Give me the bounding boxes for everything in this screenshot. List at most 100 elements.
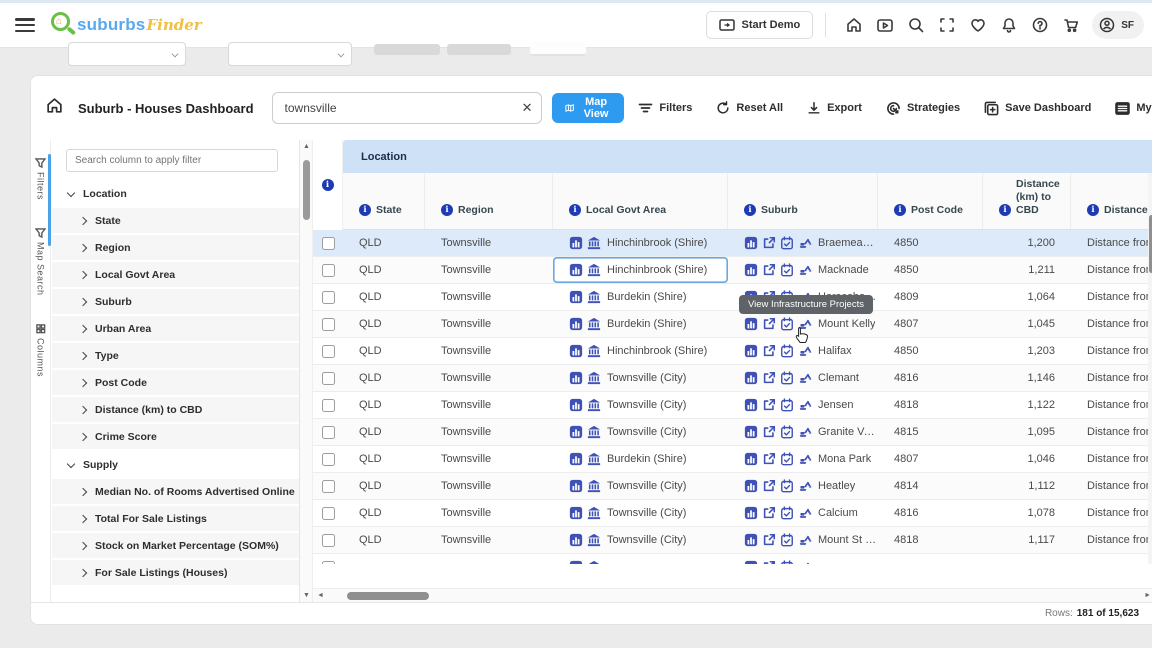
chart-icon[interactable] <box>569 236 583 250</box>
reset-all-button[interactable]: Reset All <box>716 101 783 115</box>
help-icon[interactable] <box>1024 10 1055 40</box>
sidebar-scrollbar[interactable]: ▲ ▼ <box>300 140 313 602</box>
tab-columns[interactable]: Columns <box>31 324 50 377</box>
brand-logo[interactable]: ⌂ suburbs Finder <box>51 12 202 38</box>
chart-icon[interactable] <box>569 263 583 277</box>
filter-group[interactable]: Supply <box>52 451 299 479</box>
excavator-icon[interactable] <box>798 344 812 358</box>
calendar-check-icon[interactable] <box>780 398 794 412</box>
chart-icon[interactable] <box>744 317 758 331</box>
cell-lga[interactable]: Townsville (City) <box>553 365 728 391</box>
filter-item[interactable]: Crime Score <box>52 424 299 451</box>
clipped-dropdown[interactable] <box>228 42 352 66</box>
calendar-check-icon[interactable] <box>780 560 794 564</box>
calendar-check-icon[interactable] <box>780 506 794 520</box>
row-checkbox[interactable] <box>322 561 335 565</box>
open-external-icon[interactable] <box>762 533 776 547</box>
open-external-icon[interactable] <box>762 317 776 331</box>
bank-icon[interactable] <box>587 317 601 331</box>
info-icon[interactable]: i <box>999 204 1011 216</box>
col-region[interactable]: iRegion <box>425 173 553 229</box>
excavator-icon[interactable] <box>798 371 812 385</box>
col-suburb[interactable]: iSuburb <box>728 173 878 229</box>
col-distance-capital[interactable]: iDistance to Capita <box>1071 173 1152 229</box>
row-checkbox[interactable] <box>322 534 335 547</box>
open-external-icon[interactable] <box>762 506 776 520</box>
bank-icon[interactable] <box>587 371 601 385</box>
chart-icon[interactable] <box>744 398 758 412</box>
open-external-icon[interactable] <box>762 344 776 358</box>
info-icon[interactable]: i <box>744 204 756 216</box>
cell-lga[interactable] <box>553 554 728 564</box>
table-row[interactable]: QLD Townsville Burdekin (Shire) Horsesho… <box>313 284 1152 311</box>
calendar-check-icon[interactable] <box>780 425 794 439</box>
filter-item[interactable]: Post Code <box>52 370 299 397</box>
cell-suburb[interactable]: Calcium <box>728 500 878 526</box>
suburb-search-input[interactable] <box>272 92 542 124</box>
search-icon[interactable] <box>900 10 931 40</box>
cell-suburb[interactable]: Granite Vale <box>728 419 878 445</box>
row-checkbox[interactable] <box>322 372 335 385</box>
calendar-check-icon[interactable] <box>780 452 794 466</box>
cart-icon[interactable] <box>1055 10 1086 40</box>
calendar-check-icon[interactable] <box>780 236 794 250</box>
cell-lga[interactable]: Townsville (City) <box>553 392 728 418</box>
chart-icon[interactable] <box>569 317 583 331</box>
info-icon[interactable]: i <box>569 204 581 216</box>
info-icon[interactable]: i <box>322 179 334 191</box>
calendar-check-icon[interactable] <box>780 344 794 358</box>
excavator-icon[interactable] <box>798 452 812 466</box>
save-dashboard-button[interactable]: Save Dashboard <box>984 101 1091 116</box>
chart-icon[interactable] <box>569 560 583 564</box>
cell-lga[interactable]: Townsville (City) <box>553 527 728 553</box>
bank-icon[interactable] <box>587 398 601 412</box>
account-chip[interactable]: SF <box>1092 11 1144 39</box>
filter-item[interactable]: For Sale Listings (Houses) <box>52 560 299 587</box>
open-external-icon[interactable] <box>762 479 776 493</box>
col-distance-cbd[interactable]: iDistance (km) to CBD <box>983 173 1071 229</box>
row-checkbox[interactable] <box>322 345 335 358</box>
dashboard-home-icon[interactable] <box>45 96 64 120</box>
chart-icon[interactable] <box>744 425 758 439</box>
chart-icon[interactable] <box>744 479 758 493</box>
calendar-check-icon[interactable] <box>780 371 794 385</box>
filter-search-input[interactable] <box>66 149 278 172</box>
chart-icon[interactable] <box>744 371 758 385</box>
open-external-icon[interactable] <box>762 236 776 250</box>
cell-suburb[interactable]: Braemeadows <box>728 230 878 256</box>
chart-icon[interactable] <box>569 344 583 358</box>
filter-item[interactable]: Region <box>52 235 299 262</box>
table-row[interactable]: QLD Townsville Burdekin (Shire) Mount Ke… <box>313 311 1152 338</box>
cell-lga[interactable]: Hinchinbrook (Shire) <box>553 230 728 256</box>
excavator-icon[interactable] <box>798 425 812 439</box>
table-row[interactable]: QLD Townsville Townsville (City) Jensen … <box>313 392 1152 419</box>
filter-item[interactable]: Total For Sale Listings <box>52 506 299 533</box>
open-external-icon[interactable] <box>762 452 776 466</box>
chart-icon[interactable] <box>744 533 758 547</box>
filter-item[interactable]: Distance (km) to CBD <box>52 397 299 424</box>
table-row[interactable]: QLD Townsville Townsville (City) Clemant… <box>313 365 1152 392</box>
table-row[interactable]: QLD Townsville Hinchinbrook (Shire) Hali… <box>313 338 1152 365</box>
row-checkbox[interactable] <box>322 264 335 277</box>
cell-lga[interactable]: Hinchinbrook (Shire) <box>553 257 728 283</box>
filter-item[interactable]: Median No. of Rooms Advertised Online <box>52 479 299 506</box>
row-checkbox[interactable] <box>322 453 335 466</box>
excavator-icon[interactable] <box>798 506 812 520</box>
bank-icon[interactable] <box>587 452 601 466</box>
bank-icon[interactable] <box>587 236 601 250</box>
fullscreen-icon[interactable] <box>931 10 962 40</box>
col-post-code[interactable]: iPost Code <box>878 173 983 229</box>
filter-item[interactable]: Suburb <box>52 289 299 316</box>
row-checkbox[interactable] <box>322 426 335 439</box>
excavator-icon[interactable] <box>798 398 812 412</box>
calendar-check-icon[interactable] <box>780 479 794 493</box>
cell-suburb[interactable]: Clemant <box>728 365 878 391</box>
row-checkbox[interactable] <box>322 318 335 331</box>
bank-icon[interactable] <box>587 263 601 277</box>
filter-item[interactable]: Local Govt Area <box>52 262 299 289</box>
cell-suburb[interactable]: Heatley <box>728 473 878 499</box>
excavator-icon[interactable] <box>798 533 812 547</box>
info-icon[interactable]: i <box>359 204 371 216</box>
cell-lga[interactable]: Burdekin (Shire) <box>553 446 728 472</box>
chart-icon[interactable] <box>569 452 583 466</box>
